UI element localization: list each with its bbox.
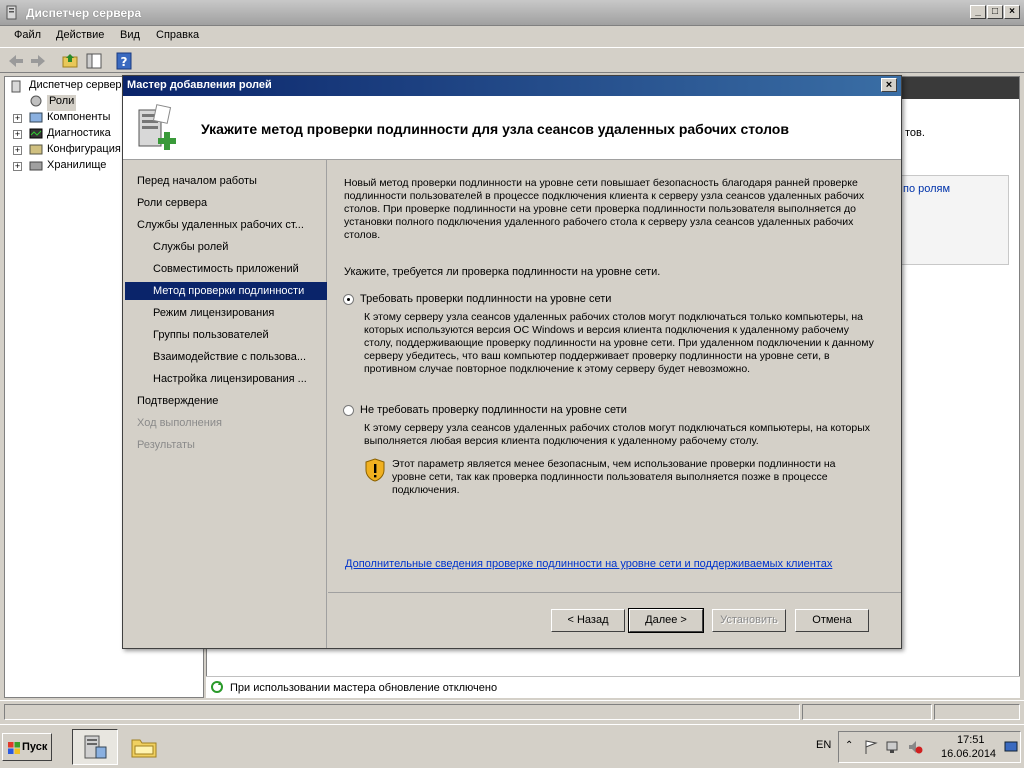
step-server-roles[interactable]: Роли сервера	[137, 194, 323, 212]
tree-item-configuration[interactable]: Конфигурация	[47, 143, 121, 159]
tree-root[interactable]: Диспетчер сервера	[29, 79, 128, 95]
wizard-close-button[interactable]: ×	[881, 78, 897, 92]
language-indicator[interactable]: EN	[816, 739, 831, 751]
configuration-icon	[29, 144, 43, 155]
app-title: Диспетчер сервера	[26, 6, 142, 20]
statusbar-cell	[802, 704, 932, 720]
refresh-icon	[211, 681, 223, 693]
svg-text:?: ?	[121, 55, 128, 69]
statusbar	[0, 700, 1024, 722]
server-manager-icon	[84, 735, 107, 759]
cancel-button[interactable]: Отмена	[795, 609, 869, 632]
no-nla-label[interactable]: Не требовать проверку подлинности на уро…	[360, 404, 627, 416]
roles-link[interactable]: по ролям	[903, 183, 950, 195]
step-rds[interactable]: Службы удаленных рабочих ст...	[137, 216, 323, 234]
menu-file[interactable]: Файл	[14, 29, 41, 41]
wizard-titlebar: Мастер добавления ролей ×	[123, 76, 901, 96]
action-center-flag-icon[interactable]	[863, 739, 879, 755]
step-before-you-begin[interactable]: Перед началом работы	[137, 172, 323, 190]
maximize-button[interactable]: □	[987, 5, 1003, 19]
back-button[interactable]: < Назад	[551, 609, 625, 632]
roles-icon	[30, 95, 42, 107]
tree-item-roles[interactable]: Роли	[47, 95, 77, 111]
start-label: Пуск	[22, 741, 48, 753]
step-results: Результаты	[137, 439, 195, 451]
server-manager-icon	[6, 5, 17, 20]
tree-item-storage[interactable]: Хранилище	[47, 159, 106, 175]
step-user-experience[interactable]: Взаимодействие с пользова...	[153, 348, 323, 366]
wizard-heading: Укажите метод проверки подлинности для у…	[201, 121, 789, 137]
menubar: Файл Действие Вид Справка	[0, 26, 1024, 46]
wizard-steps: Перед началом работы Роли сервера Службы…	[123, 160, 327, 648]
start-button[interactable]: Пуск	[2, 733, 52, 761]
up-folder-icon[interactable]	[60, 51, 80, 71]
expand-icon[interactable]: +	[13, 130, 22, 139]
security-warning-text: Этот параметр является менее безопасным,…	[392, 458, 836, 496]
taskbar-explorer[interactable]	[122, 729, 168, 765]
add-roles-wizard: Мастер добавления ролей × Укажите метод …	[122, 75, 902, 649]
show-desktop-icon[interactable]	[1003, 739, 1019, 755]
wizard-content: Новый метод проверки подлинности на уров…	[328, 160, 901, 592]
tree-item-diagnostics[interactable]: Диагностика	[47, 127, 111, 143]
step-app-compatibility[interactable]: Совместимость приложений	[153, 260, 323, 278]
forward-arrow-icon[interactable]	[28, 51, 48, 71]
clock-date[interactable]: 16.06.2014	[941, 748, 996, 760]
windows-logo-icon	[8, 742, 20, 754]
step-licensing-mode[interactable]: Режим лицензирования	[153, 304, 323, 322]
details-text-fragment: тов.	[905, 127, 925, 139]
help-icon[interactable]: ?	[114, 51, 134, 71]
window-controls: _ □ ×	[969, 5, 1020, 21]
step-confirmation[interactable]: Подтверждение	[137, 392, 323, 410]
folder-icon	[131, 739, 157, 758]
taskbar-server-manager[interactable]	[72, 729, 118, 765]
step-role-services[interactable]: Службы ролей	[153, 238, 323, 256]
next-button[interactable]: Далее >	[628, 608, 704, 633]
server-add-role-icon	[138, 104, 176, 150]
storage-icon	[29, 161, 43, 171]
volume-muted-icon[interactable]	[907, 739, 923, 755]
step-licensing-config[interactable]: Настройка лицензирования ...	[153, 370, 323, 388]
app-titlebar: Диспетчер сервера _ □ ×	[0, 0, 1024, 26]
diagnostics-icon	[29, 128, 43, 139]
require-nla-label[interactable]: Требовать проверки подлинности на уровне…	[360, 293, 611, 305]
features-icon	[29, 112, 43, 123]
system-tray: ⌃ 17:51 16.06.2014	[838, 731, 1021, 763]
step-user-groups[interactable]: Группы пользователей	[153, 326, 323, 344]
network-icon[interactable]	[885, 739, 901, 755]
minimize-button[interactable]: _	[970, 5, 986, 19]
tree-item-features[interactable]: Компоненты	[47, 111, 110, 127]
require-nla-description: К этому серверу узла сеансов удаленных р…	[364, 311, 874, 375]
server-manager-icon	[11, 80, 21, 93]
clock-time[interactable]: 17:51	[957, 734, 985, 746]
toolbar: ?	[0, 47, 1024, 73]
refresh-status: При использовании мастера обновление отк…	[206, 676, 1020, 698]
expand-icon[interactable]: +	[13, 146, 22, 155]
statusbar-cell	[934, 704, 1020, 720]
require-nla-radio[interactable]	[343, 294, 354, 305]
expand-icon[interactable]: +	[13, 162, 22, 171]
question-text: Укажите, требуется ли проверка подлиннос…	[344, 266, 661, 278]
status-text: При использовании мастера обновление отк…	[230, 682, 498, 694]
intro-text: Новый метод проверки подлинности на уров…	[344, 177, 865, 241]
warning-shield-icon	[365, 458, 385, 482]
statusbar-cell	[4, 704, 800, 720]
close-button[interactable]: ×	[1004, 5, 1020, 19]
step-progress: Ход выполнения	[137, 417, 222, 429]
no-nla-radio[interactable]	[343, 405, 354, 416]
show-hidden-icons-icon[interactable]: ⌃	[845, 740, 853, 751]
expand-icon[interactable]: +	[13, 114, 22, 123]
wizard-header: Укажите метод проверки подлинности для у…	[123, 96, 901, 160]
menu-action[interactable]: Действие	[56, 29, 104, 41]
install-button: Установить	[712, 609, 786, 632]
show-hide-tree-icon[interactable]	[84, 51, 104, 71]
nla-more-info-link[interactable]: Дополнительные сведения проверке подлинн…	[345, 558, 832, 570]
menu-view[interactable]: Вид	[120, 29, 140, 41]
step-authentication-method[interactable]: Метод проверки подлинности	[125, 282, 327, 300]
wizard-footer: < Назад Далее > Установить Отмена	[328, 592, 901, 648]
menu-help[interactable]: Справка	[156, 29, 199, 41]
wizard-title: Мастер добавления ролей	[127, 79, 272, 91]
no-nla-description: К этому серверу узла сеансов удаленных р…	[364, 422, 870, 447]
back-arrow-icon[interactable]	[6, 51, 26, 71]
taskbar: Пуск EN ⌃ 17:51 16.06.2014	[0, 724, 1024, 768]
